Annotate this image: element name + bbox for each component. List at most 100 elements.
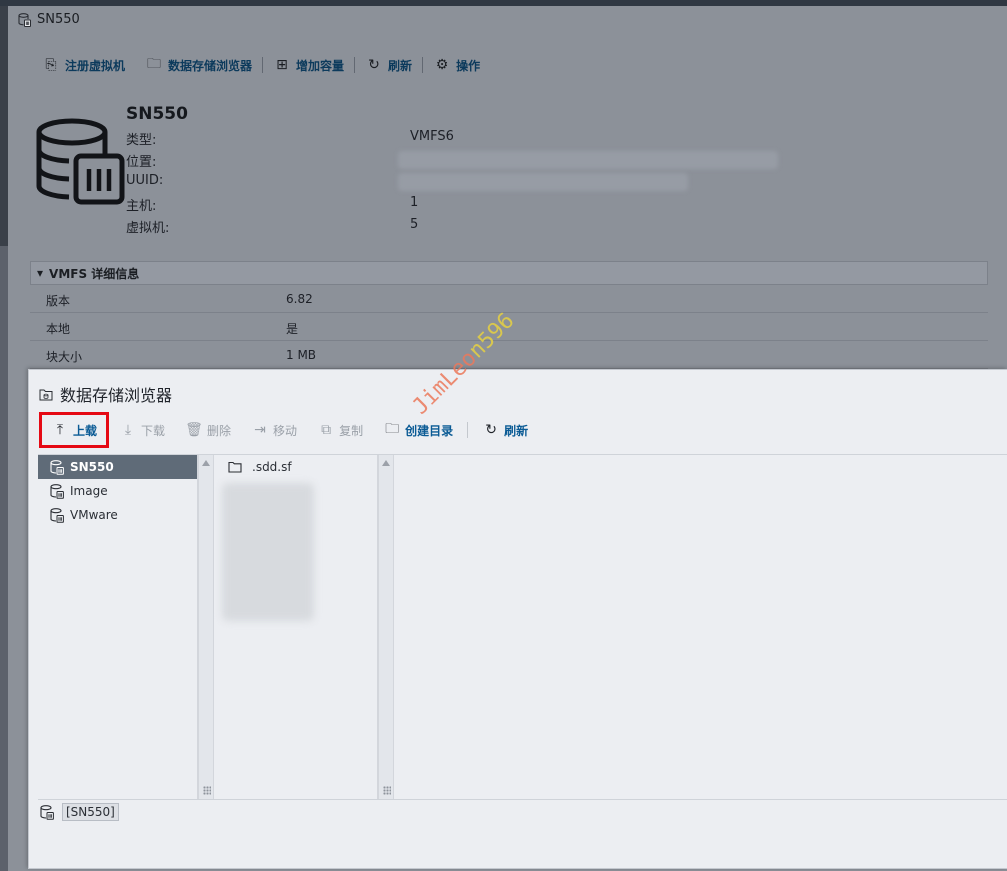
increase-capacity-label: 增加容量: [296, 58, 345, 73]
action-bar: ⎘ 注册虚拟机 🗀 数据存储浏览器 ⊞ 增加容量 ↻ 刷新 ⚙ 操作: [32, 56, 490, 74]
refresh-button[interactable]: ↻ 刷新: [355, 56, 422, 74]
vmfs-details-title: VMFS 详细信息: [49, 266, 140, 281]
folder-item-label: .sdd.sf: [252, 460, 292, 474]
resize-grip-icon[interactable]: [383, 786, 391, 795]
datastore-icon: [40, 804, 54, 820]
summary-key: 位置:: [126, 155, 157, 170]
folder-item-sdd-sf[interactable]: .sdd.sf: [214, 455, 377, 479]
refresh-icon: ↻: [485, 422, 497, 438]
vmfs-row-version: 版本 6.82: [30, 285, 988, 313]
summary-key: 虚拟机:: [126, 221, 170, 236]
scroll-up-arrow-icon[interactable]: [202, 460, 210, 466]
redacted-file-list: [222, 483, 314, 621]
vmfs-row-block-size: 块大小 1 MB: [30, 341, 988, 369]
browser-toolbar: ⤒ 上载 ⤓ 下载 🗑 删除 ⇥ 移动 ⧉ 复制 🗀 创建目录 ↻ 刷新: [39, 412, 538, 448]
object-title: SN550: [18, 12, 80, 27]
datastore-item-sn550[interactable]: SN550: [38, 455, 197, 479]
current-path: [SN550]: [62, 803, 119, 821]
datastore-browser-panes: SN550 Image VMware .sdd.sf: [38, 454, 1007, 800]
summary-row-location: 位置:: [126, 151, 786, 173]
datastore-list-scrollbar[interactable]: [198, 455, 214, 799]
register-vm-label: 注册虚拟机: [65, 58, 126, 73]
vmfs-key: 块大小: [46, 350, 83, 364]
datastore-item-label: VMware: [70, 508, 118, 522]
datastore-browser-button[interactable]: 🗀 数据存储浏览器: [135, 56, 262, 74]
increase-capacity-icon: ⊞: [276, 57, 288, 73]
actions-menu-label: 操作: [456, 58, 481, 73]
chevron-down-icon: ▾: [37, 266, 44, 280]
upload-icon: ⤒: [56, 422, 64, 438]
redacted-uuid: [398, 173, 688, 191]
left-navigator-edge: [0, 6, 8, 871]
delete-button[interactable]: 🗑 删除: [175, 415, 241, 445]
datastore-browser-icon: [39, 389, 53, 400]
vmfs-value: 6.82: [286, 292, 313, 306]
datastore-item-vmware[interactable]: VMware: [38, 503, 197, 527]
browser-refresh-label: 刷新: [504, 423, 529, 438]
upload-button[interactable]: ⤒ 上载: [39, 412, 110, 448]
redacted-location: [398, 151, 778, 169]
refresh-label: 刷新: [388, 58, 413, 73]
actions-menu-button[interactable]: ⚙ 操作: [423, 56, 490, 74]
dialog-title: 数据存储浏览器: [39, 382, 172, 406]
vmfs-key: 本地: [46, 322, 71, 336]
browser-status-bar: [SN550]: [38, 800, 1007, 824]
datastore-item-label: Image: [70, 484, 108, 498]
summary-row-hosts: 主机: 1: [126, 195, 786, 217]
vmfs-key: 版本: [46, 294, 71, 308]
register-vm-button[interactable]: ⎘ 注册虚拟机: [32, 56, 135, 74]
summary-value: 5: [410, 217, 419, 232]
upload-label: 上载: [73, 423, 98, 438]
datastore-browser-label: 数据存储浏览器: [168, 58, 253, 73]
datastore-browser-icon: 🗀: [147, 56, 162, 72]
datastore-icon: [50, 459, 64, 475]
datastore-name: SN550: [126, 104, 188, 124]
download-icon: ⤓: [124, 422, 132, 438]
folder-list: .sdd.sf: [214, 455, 378, 799]
datastore-icon: [50, 507, 64, 523]
vmfs-value: 1 MB: [286, 348, 317, 362]
move-label: 移动: [273, 423, 298, 438]
register-vm-icon: ⎘: [45, 57, 57, 73]
summary-row-vms: 虚拟机: 5: [126, 217, 786, 239]
download-button[interactable]: ⤓ 下载: [109, 415, 175, 445]
vmfs-value: 是: [286, 322, 299, 336]
folder-list-scrollbar[interactable]: [378, 455, 394, 799]
datastore-item-image[interactable]: Image: [38, 479, 197, 503]
datastore-icon: [50, 483, 64, 499]
summary-key: 主机:: [126, 199, 157, 214]
datastore-icon: [18, 12, 31, 27]
file-contents-pane: [394, 455, 1007, 799]
move-button[interactable]: ⇥ 移动: [241, 415, 307, 445]
datastore-item-label: SN550: [70, 460, 114, 474]
datastore-browser-dialog: 数据存储浏览器 ⤒ 上载 ⤓ 下载 🗑 删除 ⇥ 移动 ⧉ 复制 🗀 创建目录 …: [28, 369, 1007, 869]
gear-icon: ⚙: [435, 57, 449, 73]
summary-key: UUID:: [126, 173, 164, 188]
summary-value: VMFS6: [410, 129, 454, 144]
create-directory-button[interactable]: 🗀 创建目录: [373, 415, 463, 445]
browser-refresh-button[interactable]: ↻ 刷新: [472, 415, 538, 445]
create-directory-label: 创建目录: [405, 423, 454, 438]
vmfs-details-section: ▾ VMFS 详细信息 版本 6.82 本地 是 块大小 1 MB: [30, 261, 988, 369]
folder-icon: [228, 461, 242, 473]
summary-row-uuid: UUID:: [126, 173, 786, 195]
summary-key: 类型:: [126, 133, 157, 148]
delete-label: 删除: [207, 423, 232, 438]
move-icon: ⇥: [254, 422, 266, 438]
trash-icon: 🗑: [185, 422, 203, 438]
resize-grip-icon[interactable]: [203, 786, 211, 795]
toolbar-separator: [467, 422, 469, 438]
datastore-list: SN550 Image VMware: [38, 455, 198, 799]
download-label: 下载: [141, 423, 166, 438]
summary-value: 1: [410, 195, 419, 210]
refresh-icon: ↻: [368, 57, 380, 73]
scroll-up-arrow-icon[interactable]: [382, 460, 390, 466]
increase-capacity-button[interactable]: ⊞ 增加容量: [263, 56, 354, 74]
copy-label: 复制: [339, 423, 364, 438]
object-title-text: SN550: [37, 12, 80, 27]
copy-button[interactable]: ⧉ 复制: [307, 415, 373, 445]
new-folder-icon: 🗀: [385, 421, 400, 437]
dialog-title-text: 数据存储浏览器: [60, 386, 173, 405]
summary-row-type: 类型: VMFS6: [126, 129, 786, 151]
vmfs-details-header[interactable]: ▾ VMFS 详细信息: [30, 261, 988, 285]
